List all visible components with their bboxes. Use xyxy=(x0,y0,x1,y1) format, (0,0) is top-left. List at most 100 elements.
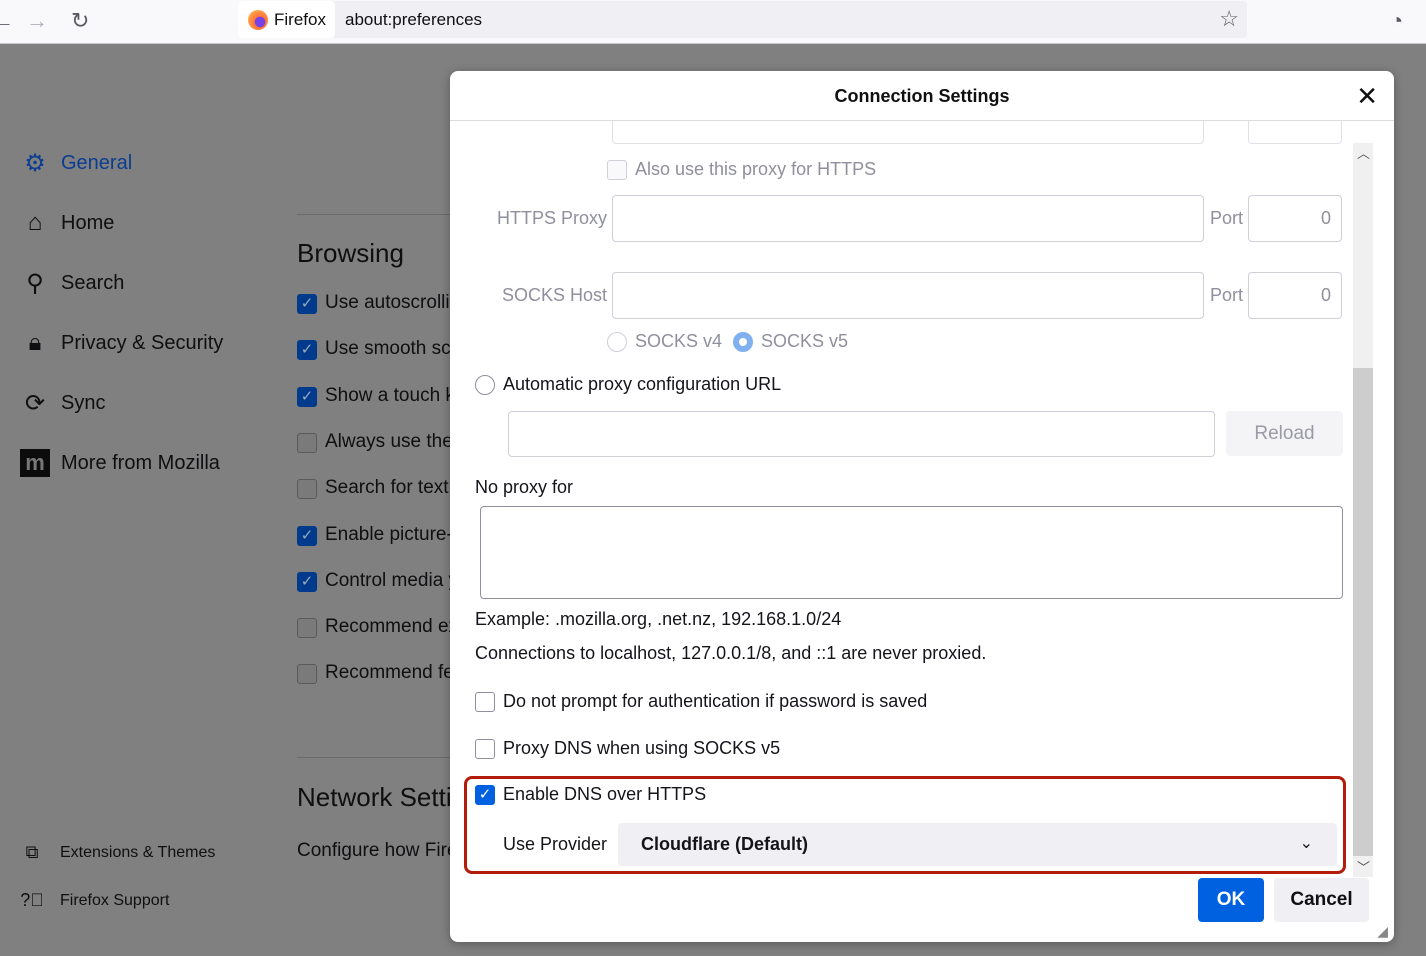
option-label: Enable picture- xyxy=(325,524,453,545)
option-label: Control media y xyxy=(325,570,459,591)
sidebar-item-label: Sync xyxy=(61,392,106,414)
https-port-input[interactable]: 0 xyxy=(1248,195,1342,242)
sidebar-extensions-themes[interactable]: ⧉ Extensions & Themes xyxy=(20,842,216,863)
socks-port-input[interactable]: 0 xyxy=(1248,272,1342,319)
sidebar-item-search[interactable]: ⚲ Search xyxy=(20,269,124,298)
mozilla-icon: m xyxy=(20,449,50,477)
resize-grip-icon[interactable]: ◢ xyxy=(1377,923,1388,940)
sidebar-item-home[interactable]: ⌂ Home xyxy=(20,209,115,237)
provider-label: Use Provider xyxy=(503,834,608,854)
socks-v4-label: SOCKS v4 xyxy=(635,331,723,351)
sidebar-item-label: Home xyxy=(61,211,115,234)
sidebar-item-privacy[interactable]: 🔒︎ Privacy & Security xyxy=(20,329,224,357)
option-checkbox[interactable] xyxy=(297,433,317,453)
socks-host-input[interactable] xyxy=(612,272,1204,319)
sync-icon: ⟳ xyxy=(24,390,46,417)
option-label: Use smooth scr xyxy=(325,338,457,359)
ok-button[interactable]: OK xyxy=(1198,878,1264,922)
sidebar-item-label: More from Mozilla xyxy=(61,451,220,474)
network-settings-heading: Network Setti xyxy=(297,782,452,812)
url-bar[interactable]: Firefox about:preferences ☆ xyxy=(238,1,1247,38)
sidebar-item-sync[interactable]: ⟳ Sync xyxy=(20,389,106,418)
identity-label: Firefox xyxy=(274,9,326,29)
forward-icon[interactable]: → xyxy=(26,8,48,34)
sidebar-item-more-from-mozilla[interactable]: m More from Mozilla xyxy=(20,449,220,477)
network-settings-description: Configure how Fire xyxy=(297,840,458,861)
identity-chip[interactable]: Firefox xyxy=(238,1,335,38)
url-text[interactable]: about:preferences xyxy=(345,10,482,30)
scroll-down-icon[interactable]: ﹀ xyxy=(1357,857,1370,876)
socks-v5-label: SOCKS v5 xyxy=(761,331,849,351)
divider xyxy=(297,757,457,758)
no-proxy-label: No proxy for xyxy=(475,477,574,497)
puzzle-icon: ⧉ xyxy=(25,842,39,862)
firefox-logo-icon xyxy=(248,9,268,30)
proxy-dns-checkbox[interactable] xyxy=(475,739,495,759)
close-icon[interactable]: ✕ xyxy=(1356,81,1378,112)
option-checkbox[interactable] xyxy=(297,479,317,499)
option-label: Show a touch k xyxy=(325,385,455,406)
home-icon: ⌂ xyxy=(27,209,43,236)
option-checkbox[interactable]: ✓ xyxy=(297,340,317,360)
cancel-button[interactable]: Cancel xyxy=(1274,878,1369,922)
auto-proxy-url-input[interactable] xyxy=(508,411,1215,457)
no-auth-prompt-checkbox[interactable] xyxy=(475,692,495,712)
sidebar-item-general[interactable]: ⚙ General xyxy=(20,149,132,178)
option-checkbox[interactable]: ✓ xyxy=(297,387,317,407)
https-proxy-input[interactable] xyxy=(612,195,1204,242)
browsing-heading: Browsing xyxy=(297,238,404,268)
scrollbar[interactable]: ︿ ﹀ xyxy=(1353,143,1373,877)
localhost-note: Connections to localhost, 127.0.0.1/8, a… xyxy=(475,643,987,663)
lock-icon: 🔒︎ xyxy=(28,329,42,356)
option-checkbox[interactable]: ✓ xyxy=(297,526,317,546)
http-port-input[interactable] xyxy=(1248,121,1342,144)
sidebar-firefox-support[interactable]: ?⃝ Firefox Support xyxy=(20,890,169,911)
no-proxy-textarea[interactable] xyxy=(480,506,1343,599)
enable-doh-checkbox[interactable]: ✓ xyxy=(475,785,495,805)
option-checkbox[interactable] xyxy=(297,664,317,684)
help-icon: ?⃝ xyxy=(20,890,44,910)
https-proxy-label: HTTPS Proxy xyxy=(496,208,607,228)
account-icon[interactable]: ◔ xyxy=(1390,8,1403,34)
socks-port-label: Port xyxy=(1210,285,1244,305)
no-proxy-example: Example: .mozilla.org, .net.nz, 192.168.… xyxy=(475,609,842,629)
search-icon: ⚲ xyxy=(26,270,44,297)
https-port-label: Port xyxy=(1210,208,1244,228)
socks-v5-radio[interactable] xyxy=(733,332,753,352)
provider-selected-value: Cloudflare (Default) xyxy=(641,834,809,854)
proxy-dns-label: Proxy DNS when using SOCKS v5 xyxy=(503,738,781,758)
bookmark-star-icon[interactable]: ☆ xyxy=(1219,6,1239,32)
option-label: Recommend fe xyxy=(325,662,454,683)
chevron-down-icon: ⌄ xyxy=(1299,835,1313,852)
socks-host-label: SOCKS Host xyxy=(501,285,607,305)
reload-button[interactable]: Reload xyxy=(1226,411,1343,456)
back-icon[interactable]: ← xyxy=(0,8,14,34)
no-auth-prompt-label: Do not prompt for authentication if pass… xyxy=(503,691,928,711)
enable-doh-label: Enable DNS over HTTPS xyxy=(503,784,707,804)
option-checkbox[interactable] xyxy=(297,618,317,638)
sidebar-item-label: Search xyxy=(61,272,125,294)
http-proxy-input[interactable] xyxy=(612,121,1204,144)
provider-select[interactable]: Cloudflare (Default) ⌄ xyxy=(618,823,1337,866)
sidebar-item-label: Firefox Support xyxy=(60,891,170,909)
browser-toolbar: ← → ↻ Firefox about:preferences ☆ ◔ xyxy=(0,0,1426,44)
scrollbar-thumb[interactable] xyxy=(1353,368,1373,856)
also-https-label: Also use this proxy for HTTPS xyxy=(635,159,877,179)
sidebar-item-label: General xyxy=(61,152,133,174)
sidebar-item-label: Extensions & Themes xyxy=(60,843,216,861)
option-checkbox[interactable]: ✓ xyxy=(297,294,317,314)
socks-v4-radio[interactable] xyxy=(607,332,627,352)
option-label: Always use the xyxy=(325,431,453,452)
option-label: Use autoscrollin xyxy=(325,292,461,313)
connection-settings-dialog: Connection Settings ✕ Also use this prox… xyxy=(450,71,1394,942)
scroll-up-icon[interactable]: ︿ xyxy=(1357,143,1370,162)
option-label: Search for text xyxy=(325,477,449,498)
divider xyxy=(297,214,457,215)
also-https-checkbox[interactable] xyxy=(607,160,627,180)
reload-icon[interactable]: ↻ xyxy=(71,8,89,34)
auto-proxy-label: Automatic proxy configuration URL xyxy=(503,374,782,394)
option-checkbox[interactable]: ✓ xyxy=(297,572,317,592)
dialog-title: Connection Settings xyxy=(450,71,1394,121)
auto-proxy-radio[interactable] xyxy=(475,375,495,395)
option-label: Recommend ex xyxy=(325,616,459,637)
